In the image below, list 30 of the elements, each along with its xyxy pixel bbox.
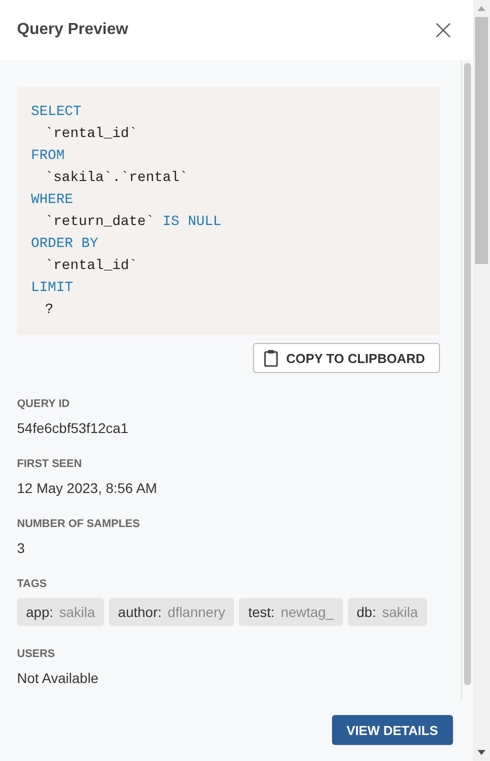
code-line: `rental_id` [44,257,138,276]
code-line: `rental_id` [44,125,138,144]
code-line: ? [44,301,54,320]
code-line: ORDER BY [31,235,100,254]
field-label: QUERY ID [17,398,71,410]
code-line: `return_date` IS NULL [44,213,222,232]
view-details-button[interactable]: VIEW DETAILS [332,715,453,745]
code-line: SELECT [31,103,82,122]
tag-chip: test: newtag_ [239,598,343,626]
field-label: FIRST SEEN [17,458,83,470]
dialog-title: Query Preview [17,21,128,39]
field-label: NUMBER OF SAMPLES [17,518,141,530]
tag-chip: app: sakila [17,598,104,626]
scrollbar-thumb[interactable] [464,63,471,685]
field-value: 12 May 2023, 8:56 AM [17,480,158,496]
field-value: 3 [17,540,26,556]
code-line: FROM [31,147,66,166]
code-line: WHERE [31,191,74,210]
field-label: USERS [17,648,56,660]
clipboard-icon [264,349,278,367]
scrollbar-thumb[interactable] [475,17,488,264]
field-value: Not Available [17,670,100,686]
field-label: TAGS [17,578,48,590]
tag-chip: author: dflannery [109,598,234,626]
code-line: LIMIT [31,279,74,298]
tag-chip: db: sakila [348,598,427,626]
copy-button[interactable]: COPY TO CLIPBOARD [253,343,440,373]
close-button[interactable]: × [432,18,455,42]
code-line: `sakila`.`rental` [44,169,189,188]
field-value: 54fe6cbf53f12ca1 [17,420,130,436]
